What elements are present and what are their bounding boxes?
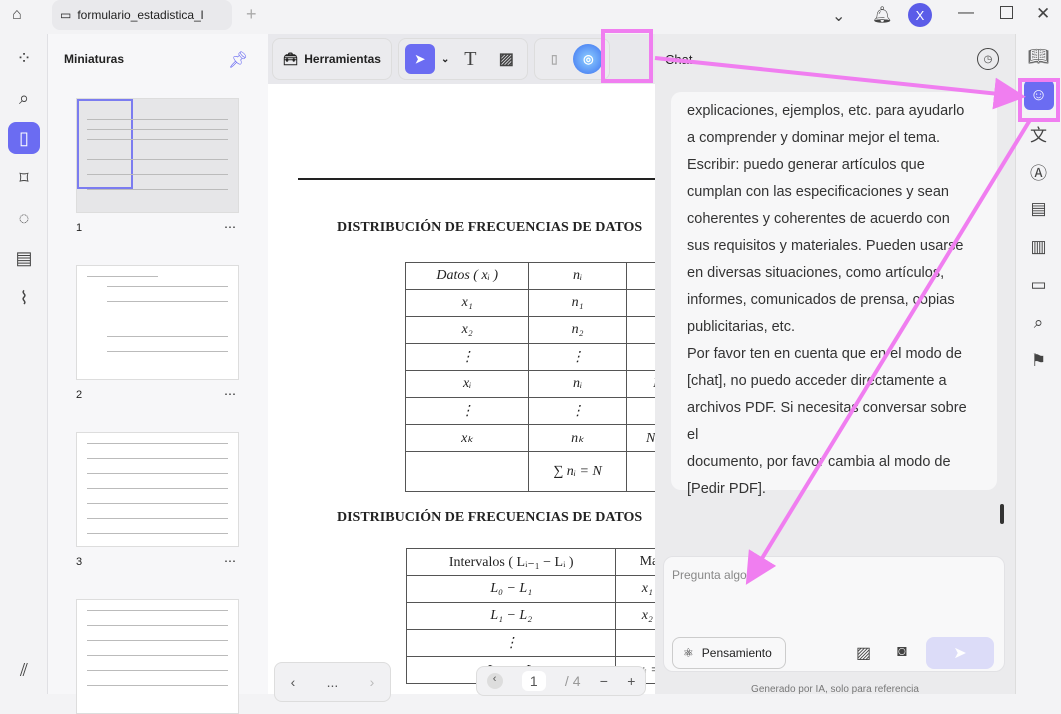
chevron-down-icon[interactable]: ⌄ — [832, 6, 845, 26]
select-cursor-icon[interactable]: ➤ — [404, 44, 435, 74]
document-tab[interactable]: ▭ formulario_estadistica_l — [52, 0, 232, 30]
send-button[interactable]: ➤ — [926, 637, 994, 669]
ai-summary-icon[interactable]: ▤ — [1024, 194, 1054, 224]
right-sidebar: 📖︎ ☺ 文 Ⓐ ▤ ▥ ▭ ⌕ ⚑ — [1015, 34, 1061, 694]
translate-ocr-icon[interactable]: Ⓐ — [1024, 156, 1054, 186]
thumbnail-page-3[interactable] — [76, 432, 239, 547]
page-total: / 4 — [564, 673, 581, 689]
chat-panel: Chat ◷ explicaciones, ejemplos, etc. par… — [655, 34, 1015, 695]
text-tool-icon[interactable]: T — [455, 48, 485, 71]
ai-disclaimer: Generado por IA, solo para referencia — [751, 684, 919, 695]
folder-icon[interactable]: ▭ — [1024, 270, 1054, 300]
search-ai-icon[interactable]: ⌕ — [1024, 308, 1054, 338]
comment-icon: ▭ — [60, 8, 72, 22]
search-icon[interactable]: ⌕ — [8, 82, 40, 114]
tools-button[interactable]: 🧰︎ Herramientas — [272, 38, 392, 80]
section-title: DISTRIBUCIÓN DE FRECUENCIAS DE DATOS — [337, 510, 643, 525]
toolbox-icon: 🧰︎ — [283, 52, 299, 66]
comments-icon[interactable]: ◌ — [8, 202, 40, 234]
interval-table: Intervalos ( Lᵢ₋₁ − Lᵢ )Marca de c L₀ − … — [405, 548, 655, 684]
ai-reader-icon[interactable]: 📖︎ — [1024, 42, 1054, 72]
page-number: 1 — [76, 222, 83, 234]
page-input[interactable]: 1 — [521, 671, 546, 691]
screenshot-icon[interactable]: ◙ — [897, 643, 907, 661]
ai-chat-icon[interactable]: ☺ — [1023, 80, 1054, 110]
input-placeholder: Pregunta algo — [672, 568, 747, 582]
page-number: 2 — [76, 389, 83, 401]
new-tab-icon[interactable]: + — [246, 4, 257, 25]
attachment-icon[interactable]: ⌇ — [8, 282, 40, 314]
zoom-out-icon[interactable]: − — [600, 673, 608, 689]
presentation-icon[interactable]: ⚑ — [1024, 346, 1054, 376]
thumbnail-page-2[interactable] — [76, 265, 239, 380]
pdf-page: DISTRIBUCIÓN DE FRECUENCIAS DE DATOS Dat… — [268, 84, 655, 694]
home-icon[interactable]: ⌂ — [12, 6, 22, 24]
document-area: DISTRIBUCIÓN DE FRECUENCIAS DE DATOS Dat… — [268, 34, 655, 702]
scrollbar[interactable] — [1000, 504, 1004, 524]
zoom-in-icon[interactable]: + — [627, 673, 635, 689]
avatar[interactable]: X — [908, 3, 932, 27]
image-tool-icon[interactable]: ▨ — [491, 49, 521, 69]
bookmark-icon[interactable]: ⌑ — [8, 162, 40, 194]
chat-title: Chat — [665, 52, 693, 67]
atom-icon: ⚛ — [683, 646, 694, 660]
ai-assistant-icon[interactable]: ◎ — [573, 44, 604, 74]
thumbnail-page-1[interactable] — [76, 98, 239, 213]
book-icon[interactable]: ▥ — [1024, 232, 1054, 262]
translate-icon[interactable]: 文 — [1024, 118, 1054, 148]
thumbnails-panel: Miniaturas 📌︎ 1 ⋯ 2 ⋯ 3 ⋯ — [48, 34, 268, 714]
panel-title: Miniaturas — [64, 52, 125, 66]
pin-icon[interactable]: 📌︎ — [228, 50, 248, 70]
next-icon[interactable]: › — [370, 674, 375, 690]
edit-tools: ➤ ⌄ T ▨ — [397, 38, 529, 80]
ai-image-icon[interactable]: ▨ — [856, 643, 871, 663]
bell-icon[interactable]: 🔔︎ — [872, 5, 892, 25]
layers-icon[interactable]: ▤ — [8, 242, 40, 274]
left-sidebar: ⁘ ⌕ ▯ ⌑ ◌ ▤ ⌇ ⫽ — [0, 34, 48, 694]
more-button[interactable]: ... — [327, 674, 339, 690]
save-icon[interactable]: ▯ — [541, 52, 567, 66]
thinking-button[interactable]: ⚛ Pensamiento — [672, 637, 786, 669]
section-title: DISTRIBUCIÓN DE FRECUENCIAS DE DATOS — [337, 220, 643, 235]
maximize-icon[interactable] — [1000, 6, 1013, 19]
more-icon[interactable]: ⋯ — [224, 220, 236, 234]
chat-input[interactable]: Pregunta algo ⚛ Pensamiento ▨ ◙ ➤ — [663, 556, 1005, 672]
chat-message: explicaciones, ejemplos, etc. para ayuda… — [671, 92, 997, 497]
apps-icon[interactable]: ⁘ — [8, 42, 40, 74]
minimize-icon[interactable]: — — [958, 4, 974, 22]
history-icon[interactable]: ◷ — [977, 48, 999, 70]
frequency-table: Datos ( xᵢ )nᵢ x₁n₁ x₂n₂N ⋮⋮ xᵢnᵢNᵢ = ⋮⋮… — [404, 262, 655, 492]
more-icon[interactable]: ⋯ — [224, 387, 236, 401]
send-icon: ➤ — [953, 645, 967, 662]
page-nav: ‹... › — [274, 662, 391, 702]
thumbnails-icon[interactable]: ▯ — [8, 122, 40, 154]
page-number: 3 — [76, 556, 83, 568]
previous-icon[interactable]: ‹ — [291, 674, 296, 690]
ai-tools: ▯ ◎ — [534, 38, 611, 80]
close-icon[interactable]: ✕ — [1036, 4, 1050, 24]
title-bar: ⌂ ▭ formulario_estadistica_l + ⌄ 🔔︎ X — ✕ — [0, 0, 1061, 32]
thumbnail-page-4[interactable] — [76, 599, 239, 714]
chevron-down-icon[interactable]: ⌄ — [441, 54, 449, 65]
library-icon[interactable]: ⫽ — [8, 654, 40, 686]
toolbar: 🧰︎ Herramientas ➤ ⌄ T ▨ ▯ ◎ — [272, 38, 611, 80]
zoom-bar: ‹ 1 / 4 − + — [476, 666, 646, 696]
prev-page-icon[interactable]: ‹ — [486, 673, 503, 689]
more-icon[interactable]: ⋯ — [224, 554, 236, 568]
